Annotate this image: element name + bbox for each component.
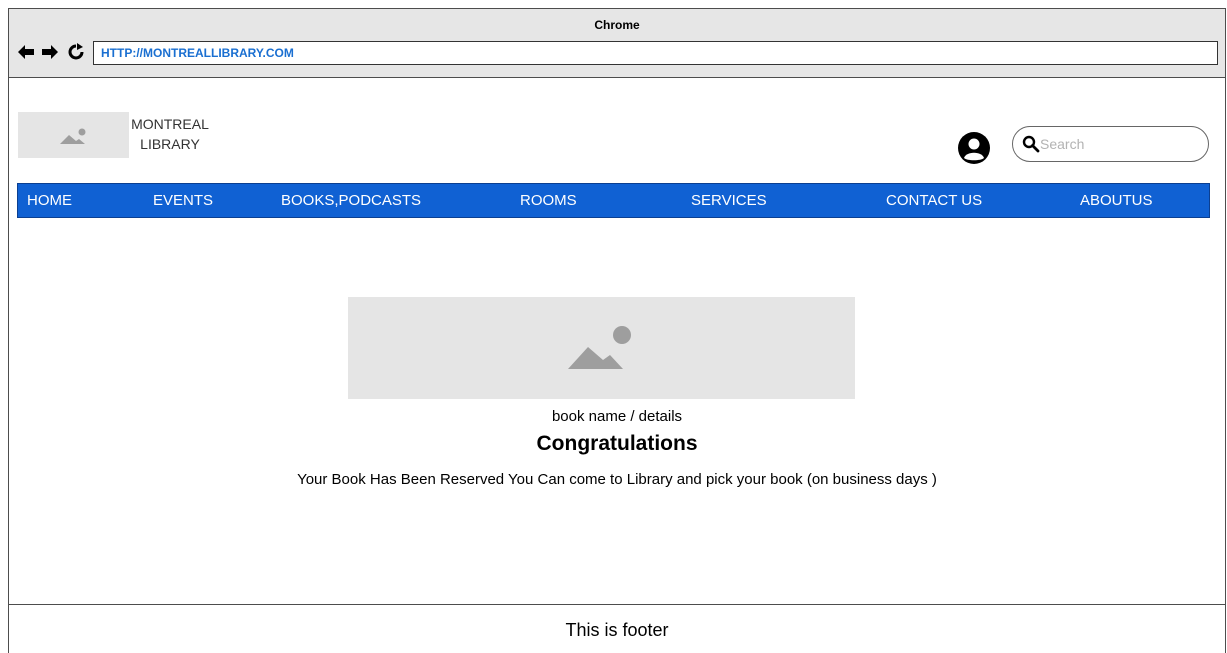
menu-item-contact-us[interactable]: CONTACT US: [886, 184, 982, 217]
forward-arrow-icon[interactable]: [41, 43, 59, 61]
book-image: [348, 297, 855, 399]
search-box[interactable]: [1012, 126, 1209, 162]
browser-titlebar: Chrome HTTP://MONTREALLIBRARY.COM: [9, 9, 1225, 78]
menu-item-books-podcasts[interactable]: BOOKS,PODCASTS: [281, 184, 421, 217]
address-bar[interactable]: HTTP://MONTREALLIBRARY.COM: [93, 41, 1218, 65]
main-menu: HOME EVENTS BOOKS,PODCASTS ROOMS SERVICE…: [17, 183, 1210, 218]
book-details: book name / details: [551, 408, 683, 425]
back-arrow-icon[interactable]: [17, 43, 35, 61]
menu-item-home[interactable]: HOME: [27, 184, 72, 217]
footer: This is footer: [9, 604, 1225, 653]
reservation-message: Your Book Has Been Reserved You Can come…: [297, 471, 937, 488]
menu-item-events[interactable]: EVENTS: [153, 184, 213, 217]
image-placeholder-icon: [60, 128, 86, 144]
logo-text: MONTREAL LIBRARY: [130, 114, 210, 154]
logo-image: [18, 112, 129, 158]
menu-item-services[interactable]: SERVICES: [691, 184, 767, 217]
menu-item-about-us[interactable]: ABOUTUS: [1080, 184, 1153, 217]
menu-item-rooms[interactable]: ROOMS: [520, 184, 577, 217]
logo-line-2: LIBRARY: [140, 136, 200, 152]
logo-line-1: MONTREAL: [131, 116, 209, 132]
browser-window: Chrome HTTP://MONTREALLIBRARY.COM MONTRE…: [8, 8, 1226, 653]
user-profile-icon[interactable]: [958, 132, 990, 164]
search-input[interactable]: [1040, 134, 1190, 154]
image-placeholder-icon: [568, 326, 631, 369]
page-heading: Congratulations: [536, 432, 698, 455]
reload-icon[interactable]: [67, 43, 85, 61]
search-icon: [1022, 135, 1040, 153]
browser-title: Chrome: [594, 18, 640, 32]
